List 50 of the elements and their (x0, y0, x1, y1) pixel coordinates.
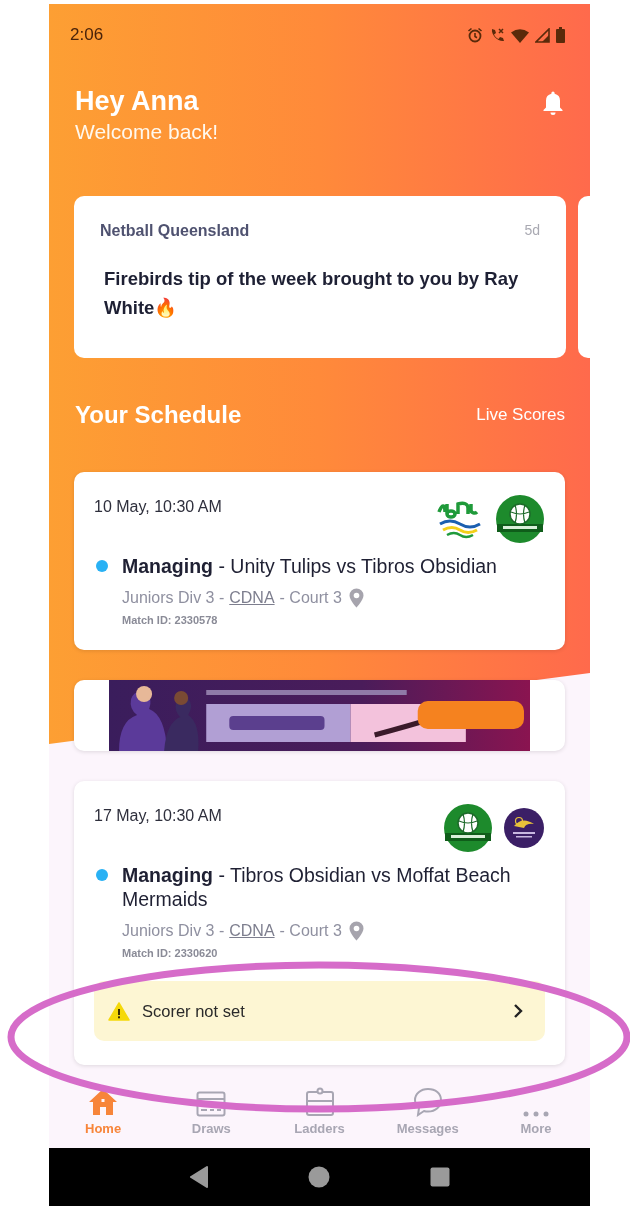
news-source: Netball Queensland (100, 222, 250, 240)
wifi-icon (511, 27, 529, 43)
chevron-right-icon (513, 1003, 523, 1019)
status-dot (96, 869, 108, 881)
battery-icon (556, 27, 565, 43)
greeting: Hey Anna (75, 85, 200, 118)
signal-icon (535, 27, 550, 43)
nav-tab[interactable]: Messages (373, 1075, 482, 1148)
news-age: 5d (524, 222, 540, 240)
match-title: Managing - Unity Tulips vs Tibros Obsidian (122, 554, 497, 578)
court-text: - Court 3 (279, 589, 342, 607)
match-id: Match ID: 2330620 (122, 947, 219, 959)
call-icon (489, 27, 505, 43)
nav-tab[interactable]: Ladders (265, 1075, 374, 1148)
alert-text: Scorer not set (142, 1001, 246, 1021)
match-id: Match ID: 2330578 (122, 614, 219, 626)
notifications-icon[interactable] (542, 90, 564, 116)
home-button-icon[interactable] (308, 1166, 331, 1188)
match-title: Managing - Tibros Obsidian vs Moffat Beach Mermaids (122, 863, 512, 911)
club-logo-icon (503, 807, 545, 849)
court-text: - Court 3 (279, 922, 342, 940)
warning-icon (108, 1001, 130, 1021)
match-date: 10 May, 10:30 AM (94, 498, 222, 516)
clipboard-icon (304, 1087, 335, 1117)
live-scores-link[interactable]: Live Scores (476, 405, 565, 425)
more-icon (522, 1111, 549, 1117)
division-text: Juniors Div 3 - (122, 922, 225, 940)
alarm-icon (467, 27, 483, 43)
welcome-text: Welcome back! (75, 119, 219, 145)
match-date: 17 May, 10:30 AM (94, 807, 222, 825)
status-time: 2:06 (70, 25, 104, 45)
alert-banner[interactable]: Scorer not set (94, 981, 545, 1041)
back-icon[interactable] (188, 1166, 209, 1188)
nav-tab[interactable]: Draws (157, 1075, 266, 1148)
chat-bubble-icon (412, 1087, 443, 1117)
venue-link[interactable]: CDNA (229, 589, 275, 607)
venue-link[interactable]: CDNA (229, 922, 275, 940)
nav-tab[interactable]: More (481, 1075, 590, 1148)
club-logo-icon (495, 494, 545, 544)
news-title: Firebirds tip of the week brought to you by Ray White🔥 (103, 267, 520, 320)
nav-tab[interactable]: Home (49, 1075, 158, 1148)
section-title: Your Schedule (75, 401, 242, 429)
news-card[interactable]: Netball Queensland 5d Firebirds tip of the week brought to you by Ray White🔥 (74, 196, 566, 358)
recents-icon[interactable] (430, 1167, 451, 1187)
division-text: Juniors Div 3 - (122, 589, 225, 607)
match-card[interactable]: 10 May, 10:30 AM Managing - Unity Tulips vs Tibros Obsidian Juniors Div 3 - CDNA - Court 3 Match ID: 2330578 (74, 472, 565, 650)
club-logo-icon (443, 803, 493, 853)
status-dot (96, 560, 108, 572)
match-card[interactable]: 17 May, 10:30 AM Managing - Tibros Obsidian vs Moffat Beach Mermaids Juniors Div 3 - CDNA - Court 3 Match ID: 2330620 Scorer not set (74, 781, 565, 1065)
draws-icon (196, 1091, 227, 1117)
